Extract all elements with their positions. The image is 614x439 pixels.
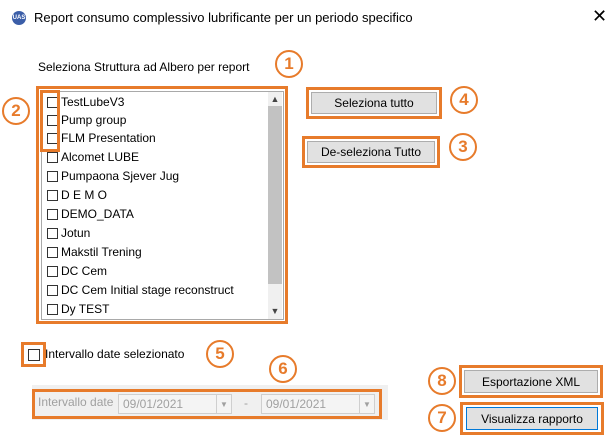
date-from-field[interactable]: 09/01/2021 ▼ (118, 394, 232, 414)
select-all-button[interactable]: Seleziona tutto (311, 92, 437, 114)
date-range-field-label: Intervallo date (38, 395, 114, 409)
date-range-checkbox-label: Intervallo date selezionato (45, 347, 185, 361)
view-report-button[interactable]: Visualizza rapporto (466, 407, 598, 430)
annotation-badge-8: 8 (428, 367, 456, 395)
annotation-badge-7: 7 (428, 404, 456, 432)
annotation-badge-5: 5 (206, 340, 234, 368)
date-to-value: 09/01/2021 (266, 397, 327, 411)
tree-list-highlight (36, 86, 288, 324)
annotation-badge-3: 3 (449, 133, 477, 161)
chevron-down-icon[interactable]: ▼ (359, 395, 374, 413)
export-xml-button[interactable]: Esportazione XML (464, 370, 598, 393)
app-icon: UAS (12, 11, 26, 25)
window-title: Report consumo complessivo lubrificante … (34, 10, 413, 25)
annotation-badge-6: 6 (269, 355, 297, 383)
annotation-badge-2: 2 (2, 97, 30, 125)
close-icon[interactable]: ✕ (592, 6, 607, 27)
date-separator: - (244, 396, 248, 410)
chevron-down-icon[interactable]: ▼ (216, 395, 231, 413)
checkbox-column-highlight (40, 90, 60, 152)
annotation-badge-4: 4 (450, 86, 478, 114)
date-from-value: 09/01/2021 (123, 397, 184, 411)
date-to-field[interactable]: 09/01/2021 ▼ (261, 394, 375, 414)
annotation-badge-1: 1 (275, 50, 303, 78)
date-range-checkbox[interactable] (28, 349, 40, 361)
tree-structure-label: Seleziona Struttura ad Albero per report (38, 60, 250, 74)
deselect-all-button[interactable]: De-seleziona Tutto (307, 141, 435, 163)
